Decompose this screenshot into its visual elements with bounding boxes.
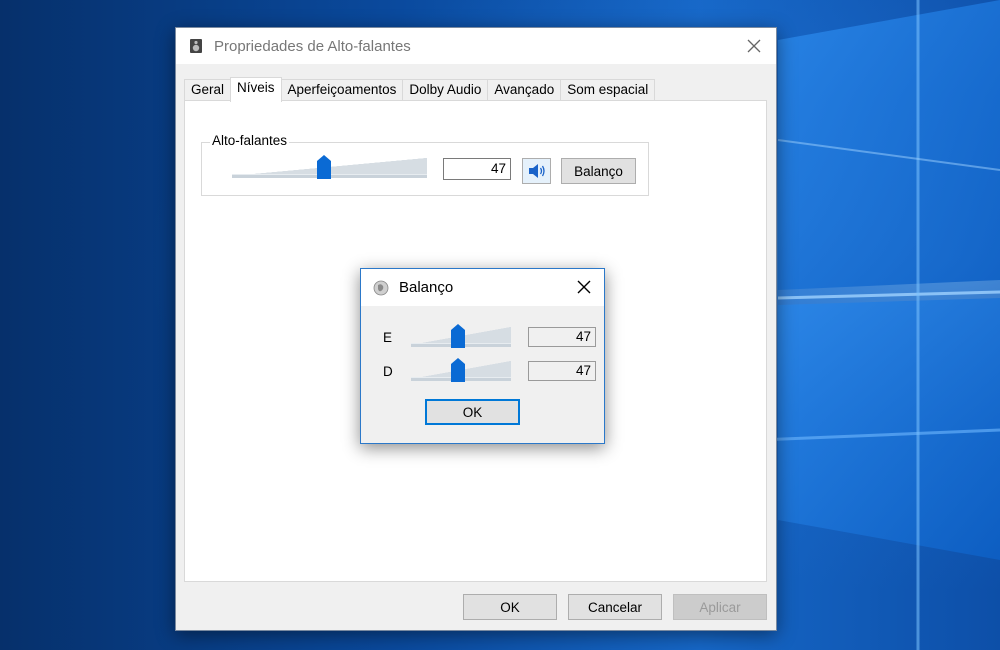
- windows-logo-wallpaper: [760, 0, 1000, 650]
- group-label: Alto-falantes: [210, 133, 290, 148]
- tab-dolby-audio[interactable]: Dolby Audio: [402, 79, 489, 101]
- balance-dialog: Balanço E 47 D 47 OK: [360, 268, 605, 444]
- right-channel-slider[interactable]: [411, 358, 511, 382]
- balance-title: Balanço: [399, 279, 454, 296]
- tab-aperfeicoamentos[interactable]: Aperfeiçoamentos: [280, 79, 404, 101]
- left-channel-slider[interactable]: [411, 324, 511, 348]
- speakers-group: Alto-falantes 47 Balanço: [201, 133, 649, 196]
- tab-som-espacial[interactable]: Som espacial: [560, 79, 656, 101]
- close-icon: [577, 280, 591, 294]
- balance-title-bar: Balanço: [361, 269, 604, 306]
- slider-thumb[interactable]: [451, 324, 465, 348]
- speaker-app-icon: [190, 39, 202, 53]
- close-icon: [747, 39, 761, 53]
- left-channel-label: E: [383, 330, 393, 345]
- balance-close-button[interactable]: [570, 273, 598, 301]
- balance-button[interactable]: Balanço: [561, 158, 636, 184]
- volume-value-field[interactable]: 47: [443, 158, 511, 180]
- slider-thumb[interactable]: [451, 358, 465, 382]
- title-bar: Propriedades de Alto-falantes: [176, 28, 776, 64]
- right-channel-value[interactable]: 47: [528, 361, 596, 381]
- apply-button[interactable]: Aplicar: [673, 594, 767, 620]
- window-title: Propriedades de Alto-falantes: [214, 37, 411, 55]
- close-button[interactable]: [740, 32, 768, 60]
- tab-geral[interactable]: Geral: [184, 79, 232, 101]
- left-channel-value[interactable]: 47: [528, 327, 596, 347]
- speaker-volume-icon: [528, 164, 545, 178]
- ok-button[interactable]: OK: [463, 594, 557, 620]
- mute-button[interactable]: [522, 158, 551, 184]
- right-channel-label: D: [383, 364, 393, 379]
- slider-thumb[interactable]: [316, 155, 331, 179]
- tab-strip: Geral Níveis Aperfeiçoamentos Dolby Audi…: [184, 77, 656, 102]
- cancel-button[interactable]: Cancelar: [568, 594, 662, 620]
- tab-avancado[interactable]: Avançado: [487, 79, 562, 101]
- tab-niveis[interactable]: Níveis: [230, 77, 282, 102]
- volume-slider[interactable]: [232, 155, 427, 179]
- balance-ok-button[interactable]: OK: [425, 399, 520, 425]
- speaker-app-icon: [373, 280, 389, 295]
